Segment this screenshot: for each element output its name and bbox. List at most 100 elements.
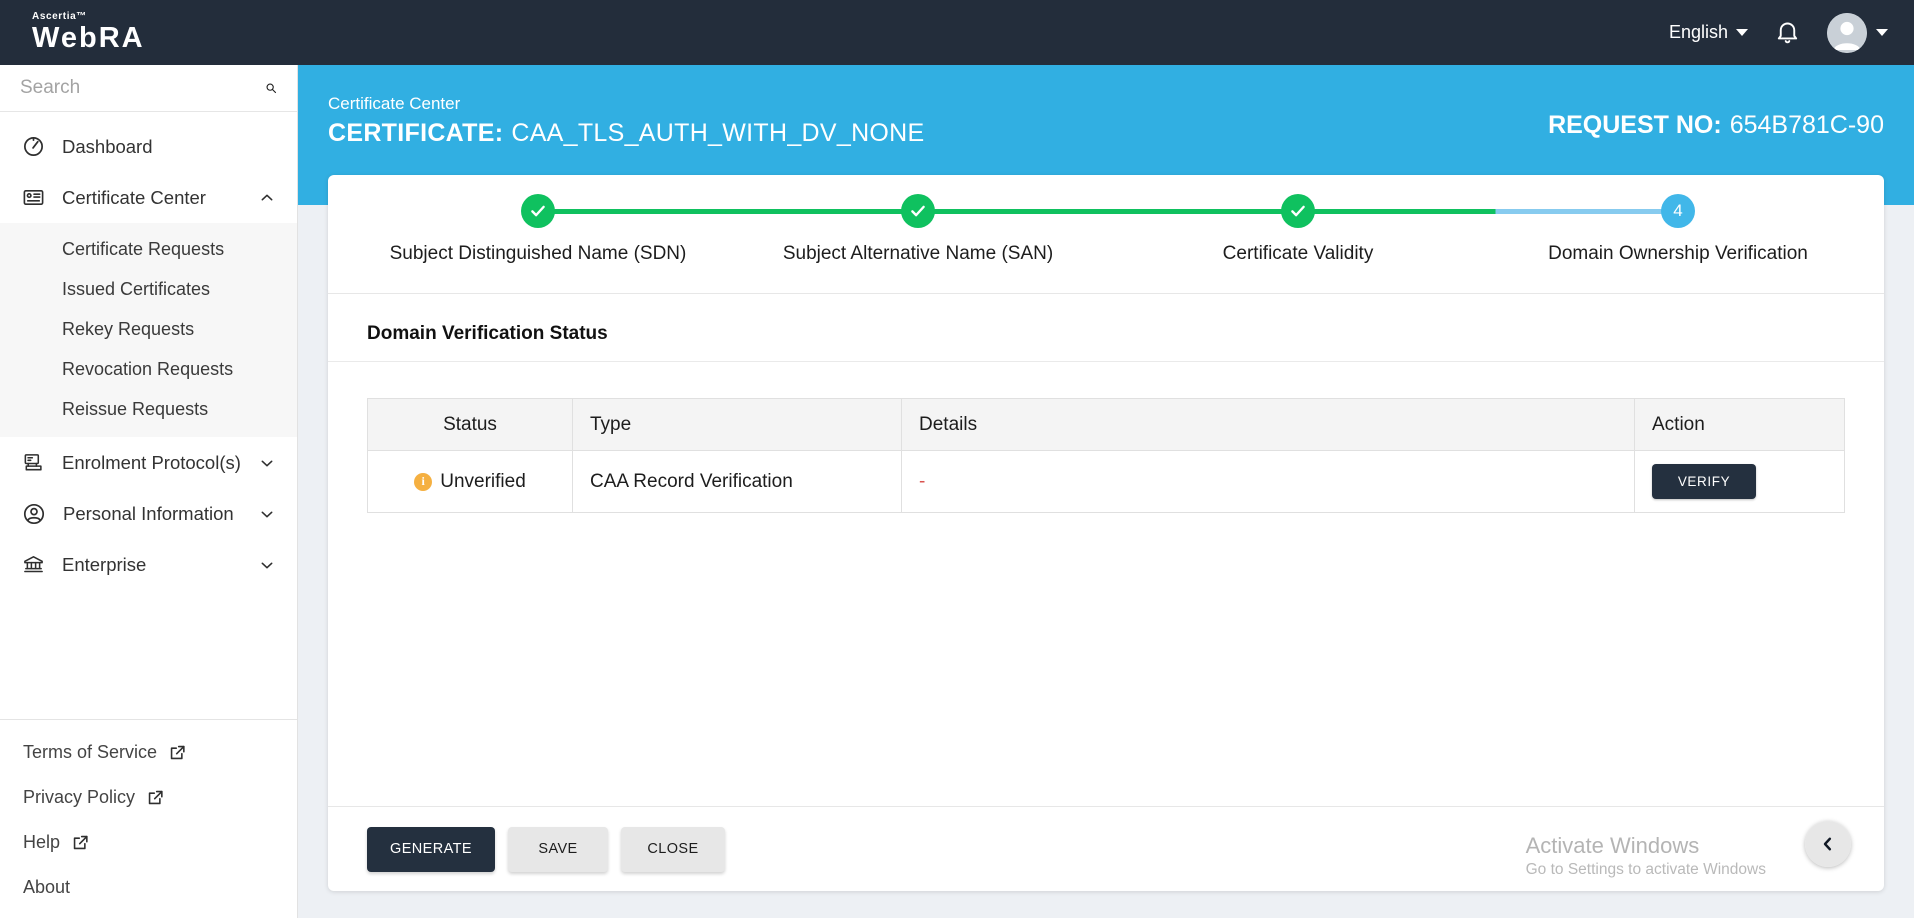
sidebar-item-dashboard[interactable]: Dashboard [0, 121, 297, 172]
chevron-down-icon [259, 455, 275, 471]
chevron-down-icon [259, 557, 275, 573]
close-button[interactable]: CLOSE [621, 827, 725, 872]
verify-button[interactable]: VERIFY [1652, 464, 1756, 499]
sidebar-item-revocation-requests[interactable]: Revocation Requests [0, 349, 297, 389]
type-cell: CAA Record Verification [573, 451, 902, 513]
notifications-button[interactable] [1774, 19, 1801, 46]
sidebar-item-personal-information[interactable]: Personal Information [0, 488, 297, 539]
domain-verification-table: Status Type Details Action i Unverified … [367, 398, 1845, 513]
certificate-center-submenu: Certificate Requests Issued Certificates… [0, 223, 297, 437]
step-3-circle[interactable] [1281, 194, 1315, 228]
person-icon [22, 502, 46, 526]
wizard-stepper: 4 Subject Distinguished Name (SDN) Subje… [328, 175, 1884, 294]
sidebar-nav: Dashboard Certificate Center Certificate… [0, 112, 297, 590]
ascertia-logo-text: Ascertia™ [32, 12, 145, 22]
status-text: Unverified [440, 471, 526, 493]
bell-icon [1774, 19, 1801, 46]
column-header-action: Action [1635, 399, 1845, 451]
table-header-row: Status Type Details Action [368, 399, 1845, 451]
request-number: REQUEST NO: 654B781C-90 [1548, 111, 1884, 140]
sidebar-search [0, 65, 297, 112]
main-content: Certificate Center CERTIFICATE:CAA_TLS_A… [298, 65, 1914, 918]
avatar [1827, 13, 1867, 53]
terms-of-service-link[interactable]: Terms of Service [0, 730, 297, 775]
sidebar-item-enrolment-protocols[interactable]: Enrolment Protocol(s) [0, 437, 297, 488]
section-divider [328, 361, 1884, 362]
gauge-icon [22, 135, 45, 158]
sidebar-item-reissue-requests[interactable]: Reissue Requests [0, 389, 297, 429]
column-header-type: Type [573, 399, 902, 451]
page-title-label: CERTIFICATE: [328, 119, 503, 147]
action-cell: VERIFY [1635, 451, 1845, 513]
step-4-circle[interactable]: 4 [1661, 194, 1695, 228]
external-link-icon [146, 788, 165, 807]
bank-icon [22, 553, 45, 576]
step-2-circle[interactable] [901, 194, 935, 228]
details-dash: - [919, 471, 925, 492]
sidebar-item-label: Certificate Center [62, 187, 242, 209]
search-input[interactable] [20, 77, 265, 99]
sidebar-spacer [0, 590, 297, 719]
wizard-card: 4 Subject Distinguished Name (SDN) Subje… [328, 175, 1884, 891]
sidebar-item-enterprise[interactable]: Enterprise [0, 539, 297, 590]
sidebar-footer: Terms of Service Privacy Policy Help Abo… [0, 719, 297, 918]
windows-activation-watermark: Activate Windows Go to Settings to activ… [1526, 833, 1766, 879]
help-link[interactable]: Help [0, 820, 297, 865]
check-icon [1289, 202, 1307, 220]
check-icon [909, 202, 927, 220]
about-link[interactable]: About [0, 865, 297, 910]
submenu-label: Rekey Requests [62, 319, 194, 340]
sidebar-item-label: Personal Information [63, 503, 242, 525]
section-title: Domain Verification Status [367, 323, 608, 345]
chevron-down-icon [259, 506, 275, 522]
sidebar-item-certificate-requests[interactable]: Certificate Requests [0, 229, 297, 269]
column-header-status: Status [368, 399, 573, 451]
sidebar-item-issued-certificates[interactable]: Issued Certificates [0, 269, 297, 309]
footer-link-label: Terms of Service [23, 742, 157, 763]
caret-down-icon [1736, 29, 1748, 36]
check-icon [529, 202, 547, 220]
language-selector[interactable]: English [1669, 22, 1748, 43]
chevron-left-icon [1819, 835, 1837, 853]
step-2-label: Subject Alternative Name (SAN) [708, 243, 1128, 265]
stepper-connector-1-2 [538, 209, 918, 214]
sidebar: Dashboard Certificate Center Certificate… [0, 65, 298, 918]
external-link-icon [71, 833, 90, 852]
generate-button[interactable]: GENERATE [367, 827, 495, 872]
sidebar-item-rekey-requests[interactable]: Rekey Requests [0, 309, 297, 349]
step-1-circle[interactable] [521, 194, 555, 228]
privacy-policy-link[interactable]: Privacy Policy [0, 775, 297, 820]
watermark-line2: Go to Settings to activate Windows [1526, 861, 1766, 879]
footer-link-label: Help [23, 832, 60, 853]
request-number-label: REQUEST NO: [1548, 111, 1722, 139]
user-menu[interactable] [1827, 13, 1888, 53]
certificate-icon [22, 186, 45, 209]
collapse-panel-button[interactable] [1805, 821, 1851, 867]
submenu-label: Reissue Requests [62, 399, 208, 420]
info-badge-icon: i [414, 473, 432, 491]
column-header-details: Details [902, 399, 1635, 451]
submenu-label: Issued Certificates [62, 279, 210, 300]
footer-link-label: About [23, 877, 70, 898]
step-4-number: 4 [1673, 201, 1682, 221]
chevron-up-icon [259, 190, 275, 206]
footer-link-label: Privacy Policy [23, 787, 135, 808]
step-1-label: Subject Distinguished Name (SDN) [328, 243, 748, 265]
page-title-value: CAA_TLS_AUTH_WITH_DV_NONE [511, 119, 924, 147]
language-label: English [1669, 22, 1728, 43]
step-3-label: Certificate Validity [1088, 243, 1508, 265]
external-link-icon [168, 743, 187, 762]
sidebar-item-label: Enrolment Protocol(s) [62, 452, 242, 474]
stepper-connector-2-3 [918, 209, 1298, 214]
search-icon[interactable] [265, 76, 277, 100]
watermark-line1: Activate Windows [1526, 833, 1766, 859]
stepper-connector-3-4 [1298, 209, 1678, 214]
sidebar-item-certificate-center[interactable]: Certificate Center [0, 172, 297, 223]
submenu-label: Revocation Requests [62, 359, 233, 380]
status-cell: i Unverified [368, 451, 573, 513]
request-number-value: 654B781C-90 [1730, 111, 1884, 139]
save-button[interactable]: SAVE [508, 827, 608, 872]
step-4-label: Domain Ownership Verification [1468, 243, 1888, 265]
webra-logo[interactable]: Ascertia™ WebRA [26, 12, 145, 53]
webra-logo-text: WebRA [32, 24, 145, 53]
